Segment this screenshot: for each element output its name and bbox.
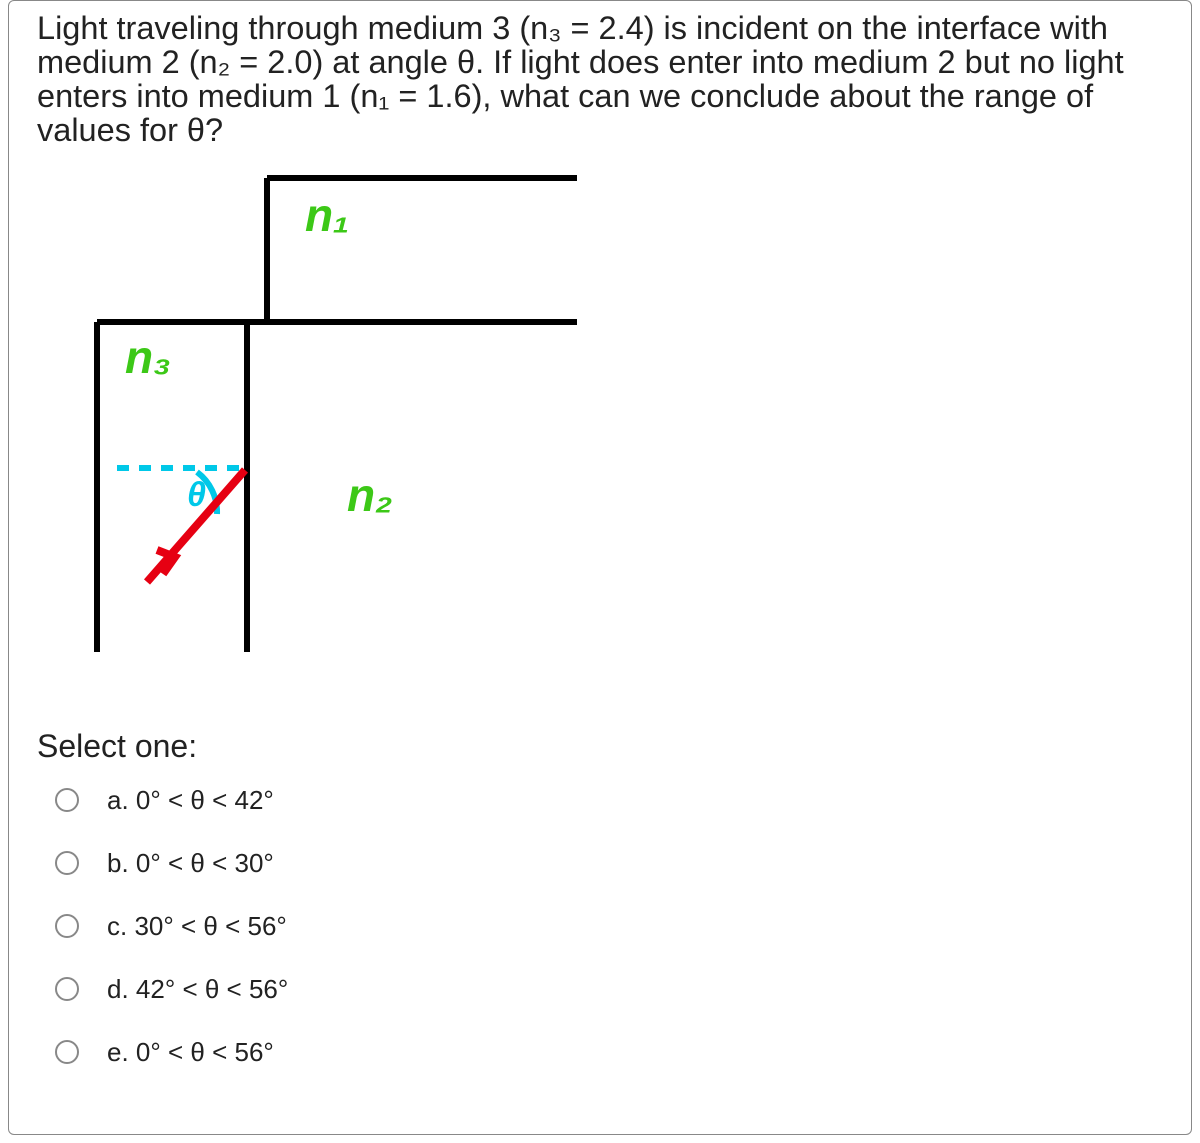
- label-n1: n₁: [305, 188, 349, 242]
- label-n2: n₂: [347, 468, 393, 522]
- radio-icon[interactable]: [55, 851, 79, 875]
- option-e[interactable]: e. 0° < θ < 56°: [55, 1037, 1163, 1068]
- options-group: a. 0° < θ < 42° b. 0° < θ < 30° c. 30° <…: [55, 785, 1163, 1068]
- option-label: e. 0° < θ < 56°: [107, 1037, 274, 1068]
- option-label: d. 42° < θ < 56°: [107, 974, 288, 1005]
- label-theta: θ: [187, 476, 206, 515]
- option-c[interactable]: c. 30° < θ < 56°: [55, 911, 1163, 942]
- physics-diagram: n₁ n₂ n₃ θ: [37, 172, 597, 692]
- radio-icon[interactable]: [55, 914, 79, 938]
- option-a[interactable]: a. 0° < θ < 42°: [55, 785, 1163, 816]
- label-n3: n₃: [125, 330, 171, 384]
- option-label: c. 30° < θ < 56°: [107, 911, 287, 942]
- radio-icon[interactable]: [55, 1040, 79, 1064]
- radio-icon[interactable]: [55, 977, 79, 1001]
- option-label: b. 0° < θ < 30°: [107, 848, 274, 879]
- radio-icon[interactable]: [55, 788, 79, 812]
- option-label: a. 0° < θ < 42°: [107, 785, 274, 816]
- question-card: Light traveling through medium 3 (n₃ = 2…: [8, 0, 1192, 1135]
- diagram-svg: [37, 172, 597, 692]
- option-b[interactable]: b. 0° < θ < 30°: [55, 848, 1163, 879]
- select-one-prompt: Select one:: [37, 728, 1163, 765]
- question-text: Light traveling through medium 3 (n₃ = 2…: [37, 11, 1163, 148]
- option-d[interactable]: d. 42° < θ < 56°: [55, 974, 1163, 1005]
